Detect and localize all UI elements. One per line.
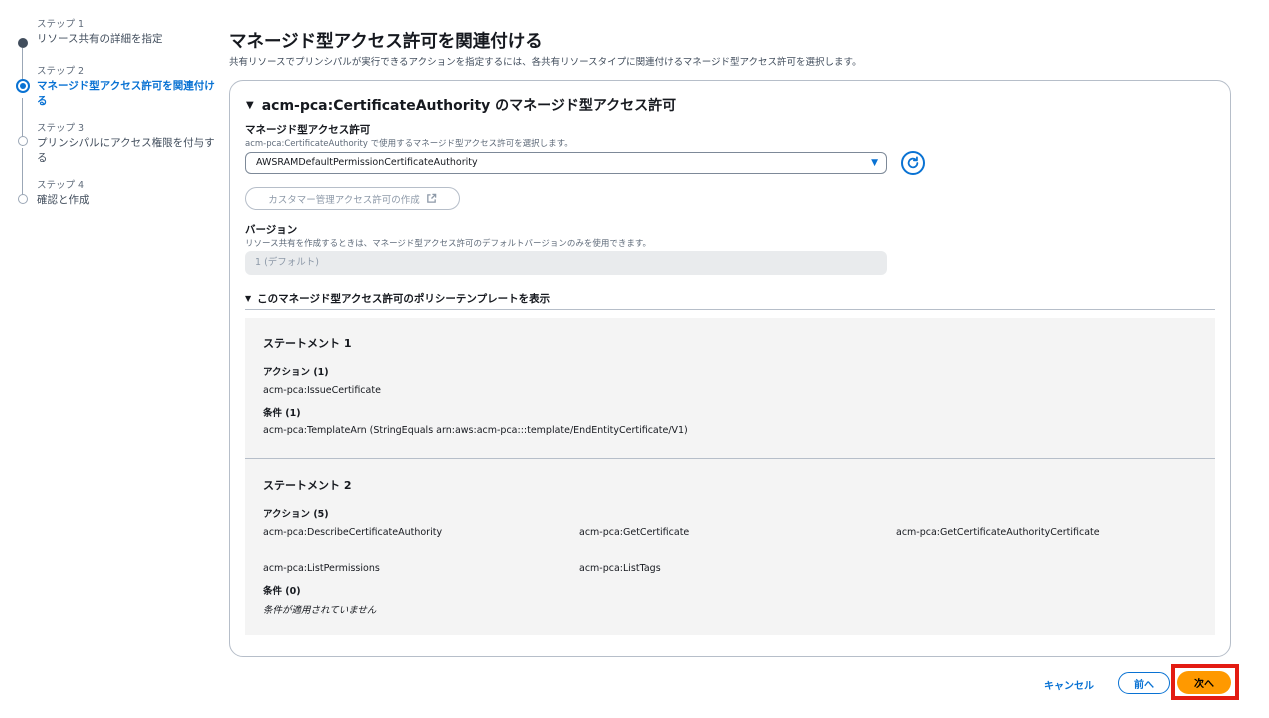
action-item: acm-pca:ListPermissions: [263, 563, 380, 574]
action-item: acm-pca:ListTags: [579, 563, 661, 574]
page-title: マネージド型アクセス許可を関連付ける: [229, 32, 543, 52]
step-2: ステップ 2 マネージド型アクセス許可を関連付ける: [16, 65, 216, 122]
policy-toggle-label: このマネージド型アクセス許可のポリシーテンプレートを表示: [257, 293, 551, 305]
action-item: acm-pca:GetCertificate: [579, 527, 690, 538]
permission-select-value: AWSRAMDefaultPermissionCertificateAuthor…: [256, 157, 478, 168]
step-1[interactable]: ステップ 1 リソース共有の詳細を指定: [16, 18, 216, 65]
action-item: acm-pca:GetCertificateAuthorityCertifica…: [896, 527, 1100, 538]
step-current-icon: [16, 79, 30, 93]
version-field: 1 (デフォルト): [245, 251, 887, 275]
divider: [245, 458, 1215, 459]
step-3: ステップ 3 プリンシパルにアクセス権限を付与する: [16, 122, 216, 179]
cancel-button[interactable]: キャンセル: [1044, 677, 1094, 692]
refresh-button[interactable]: [901, 151, 925, 175]
statement-title: ステートメント 2: [263, 479, 352, 492]
step-pending-icon: [18, 194, 28, 204]
step-kicker: ステップ 2: [37, 66, 85, 77]
condition-item: 条件が適用されていません: [263, 605, 377, 616]
refresh-icon: [907, 156, 919, 169]
step-complete-icon: [18, 38, 28, 48]
conditions-label: 条件 (0): [263, 586, 301, 597]
policy-template-toggle[interactable]: ▼ このマネージド型アクセス許可のポリシーテンプレートを表示: [245, 291, 550, 306]
panel-header[interactable]: ▼ acm-pca:CertificateAuthority のマネージド型アク…: [246, 95, 676, 115]
version-description: リソース共有を作成するときは、マネージド型アクセス許可のデフォルトバージョンのみ…: [245, 239, 651, 249]
permission-label: マネージド型アクセス許可: [245, 124, 371, 136]
divider: [245, 309, 1215, 310]
step-kicker: ステップ 1: [37, 19, 85, 30]
permission-panel: ▼ acm-pca:CertificateAuthority のマネージド型アク…: [229, 80, 1231, 657]
create-customer-managed-permission-button[interactable]: カスタマー管理アクセス許可の作成: [245, 187, 460, 210]
actions-label: アクション (5): [263, 509, 329, 520]
permission-description: acm-pca:CertificateAuthority で使用するマネージド型…: [245, 139, 573, 149]
step-pending-icon: [18, 136, 28, 146]
caret-down-icon: ▼: [871, 158, 878, 168]
conditions-label: 条件 (1): [263, 408, 301, 419]
permission-select[interactable]: AWSRAMDefaultPermissionCertificateAuthor…: [245, 152, 887, 174]
step-4: ステップ 4 確認と作成: [16, 179, 216, 209]
caret-down-icon: ▼: [245, 294, 252, 303]
action-item: acm-pca:IssueCertificate: [263, 385, 381, 396]
statement-title: ステートメント 1: [263, 337, 352, 350]
version-label: バージョン: [245, 224, 298, 236]
action-item: acm-pca:DescribeCertificateAuthority: [263, 527, 443, 538]
step-kicker: ステップ 4: [37, 180, 85, 191]
caret-down-icon: ▼: [246, 99, 254, 111]
wizard-stepper: ステップ 1 リソース共有の詳細を指定 ステップ 2 マネージド型アクセス許可を…: [16, 18, 216, 209]
step-title[interactable]: リソース共有の詳細を指定: [37, 32, 216, 47]
step-kicker: ステップ 3: [37, 123, 85, 134]
page-description: 共有リソースでプリンシパルが実行できるアクションを指定するには、各共有リソースタ…: [229, 57, 862, 68]
actions-label: アクション (1): [263, 367, 329, 378]
previous-button[interactable]: 前へ: [1118, 672, 1170, 694]
next-button[interactable]: 次へ: [1177, 671, 1231, 694]
condition-item: acm-pca:TemplateArn (StringEquals arn:aw…: [263, 425, 688, 436]
create-button-label: カスタマー管理アクセス許可の作成: [268, 194, 420, 206]
policy-template: ステートメント 1 アクション (1) acm-pca:IssueCertifi…: [245, 318, 1215, 635]
step-title: 確認と作成: [37, 194, 90, 206]
step-title: プリンシパルにアクセス権限を付与する: [37, 137, 215, 164]
step-title: マネージド型アクセス許可を関連付ける: [37, 80, 215, 107]
external-link-icon: [426, 193, 437, 203]
panel-title: acm-pca:CertificateAuthority のマネージド型アクセス…: [261, 98, 677, 114]
